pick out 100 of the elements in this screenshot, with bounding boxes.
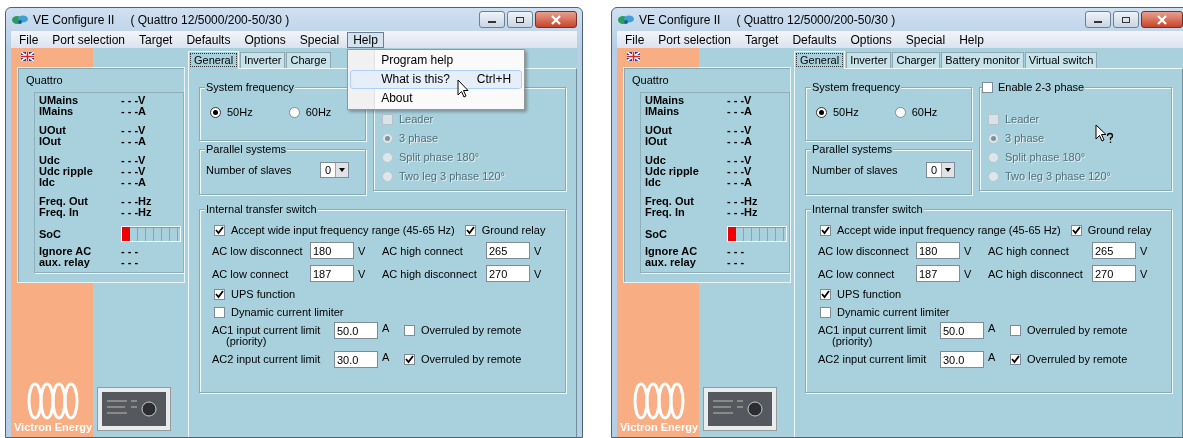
help-cursor-icon (1095, 124, 1115, 144)
checkbox[interactable] (214, 288, 225, 300)
reading-value: - - -Hz (121, 196, 153, 207)
option-label: Ground relay (481, 224, 546, 236)
menu-item[interactable]: Options (844, 31, 898, 48)
input-field[interactable]: 30.0 (334, 351, 378, 368)
reading-label: IMains (39, 106, 75, 117)
field-note: (priority) (831, 336, 874, 347)
input-field[interactable]: 265 (486, 242, 530, 259)
reading-label: UOut (39, 125, 67, 136)
menu-item[interactable]: Special (899, 31, 952, 48)
menu-item[interactable]: Special (293, 31, 346, 48)
maximize-button[interactable] (1113, 11, 1139, 28)
unit-label: V (358, 267, 367, 280)
checkbox[interactable] (404, 353, 415, 365)
reading-label: Udc (645, 155, 667, 166)
tab[interactable]: Virtual switch (1024, 52, 1098, 68)
input-field[interactable]: 180 (916, 242, 960, 259)
radio-button[interactable] (288, 106, 300, 118)
tab[interactable]: Inverter (846, 52, 892, 68)
unit-label: V (534, 244, 543, 257)
tab[interactable]: General (794, 51, 846, 69)
checkbox[interactable] (1010, 324, 1021, 336)
field-label: Number of slaves (206, 164, 292, 176)
tab[interactable]: Charger (892, 52, 941, 68)
device-model: ( Quattro 12/5000/200-50/30 ) (736, 12, 896, 27)
input-field[interactable]: 270 (486, 265, 530, 282)
input-field[interactable]: 50.0 (334, 322, 378, 339)
menu-item[interactable]: Target (739, 31, 785, 48)
option-label: Overruled by remote (1027, 353, 1128, 365)
reading-value: - - -V (727, 125, 753, 136)
menu-item[interactable]: Target (133, 31, 179, 48)
reading-label: IMains (645, 106, 681, 117)
radio-button[interactable] (894, 106, 906, 118)
menu-item[interactable]: Defaults (786, 31, 843, 48)
checkbox[interactable] (1070, 224, 1082, 236)
reading-value: - - - (121, 257, 140, 268)
tab[interactable]: Battery monitor (941, 52, 1024, 68)
checkbox[interactable] (214, 306, 225, 318)
checkbox[interactable] (820, 224, 831, 236)
device-name: Quattro (632, 74, 670, 86)
menu-item[interactable]: Help (347, 31, 384, 48)
input-field[interactable]: 180 (310, 242, 354, 259)
field-label: AC1 input current limit (818, 324, 928, 336)
input-field[interactable]: 187 (916, 265, 960, 282)
checkbox[interactable] (404, 324, 415, 336)
menu-item[interactable]: File (619, 31, 651, 48)
input-field[interactable]: 265 (1092, 242, 1136, 259)
menu-item[interactable]: File (13, 31, 45, 48)
tab[interactable]: Charge (286, 52, 331, 68)
option-label: 3 phase (1005, 132, 1045, 144)
group-title: Internal transfer switch (205, 203, 318, 216)
field-label: AC1 input current limit (212, 324, 322, 336)
window-title: VE Configure II (33, 12, 115, 27)
field-label: Number of slaves (812, 164, 898, 176)
menu-item[interactable]: Options (238, 31, 292, 48)
checkbox[interactable] (820, 306, 831, 318)
reading-value: - - -A (121, 106, 148, 117)
input-field[interactable]: 187 (310, 265, 354, 282)
tab[interactable]: Inverter (240, 52, 286, 68)
reading-label: IOut (645, 136, 668, 147)
maximize-button[interactable] (507, 11, 533, 28)
radio-button[interactable] (210, 106, 221, 118)
option-label: Dynamic current limiter (231, 306, 344, 318)
brand-name: Victron Energy (14, 421, 93, 433)
slaves-dropdown[interactable]: 0 (319, 162, 349, 178)
checkbox[interactable] (1010, 353, 1021, 365)
checkbox[interactable] (214, 224, 225, 236)
input-field[interactable]: 30.0 (940, 351, 984, 368)
reading-value: - - -A (121, 177, 148, 188)
reading-value: - - - (727, 246, 746, 257)
minimize-button[interactable] (1085, 11, 1111, 28)
option-label: Split phase 180° (399, 151, 480, 163)
input-field[interactable]: 270 (1092, 265, 1136, 282)
menu-item[interactable]: Help (953, 31, 990, 48)
flag-icon (21, 52, 34, 61)
reading-label: aux. relay (39, 257, 91, 268)
group-title: Enable 2-3 phase (993, 81, 1086, 94)
reading-label: Ignore AC (645, 246, 699, 257)
checkbox[interactable] (820, 288, 831, 300)
group-title: System frequency (205, 81, 296, 94)
tab[interactable]: General (188, 51, 240, 69)
input-field[interactable]: 50.0 (940, 322, 984, 339)
menu-item[interactable]: Defaults (180, 31, 237, 48)
checkbox[interactable] (982, 82, 993, 93)
menu-entry[interactable]: Program help (350, 50, 523, 70)
menu-entry[interactable]: About (350, 88, 523, 108)
option-label: Accept wide input frequency range (45-65 Hz) (837, 224, 1061, 236)
menu-item[interactable]: Port selection (652, 31, 738, 48)
field-label: AC low disconnect (818, 244, 910, 257)
field-label: AC2 input current limit (212, 353, 322, 365)
close-button[interactable] (535, 11, 577, 28)
checkbox[interactable] (464, 224, 476, 236)
close-button[interactable] (1141, 11, 1183, 28)
minimize-button[interactable] (479, 11, 505, 28)
reading-value: - - -A (727, 136, 754, 147)
slaves-dropdown[interactable]: 0 (925, 162, 955, 178)
radio-button[interactable] (816, 106, 827, 118)
reading-label: UOut (645, 125, 673, 136)
menu-item[interactable]: Port selection (46, 31, 132, 48)
